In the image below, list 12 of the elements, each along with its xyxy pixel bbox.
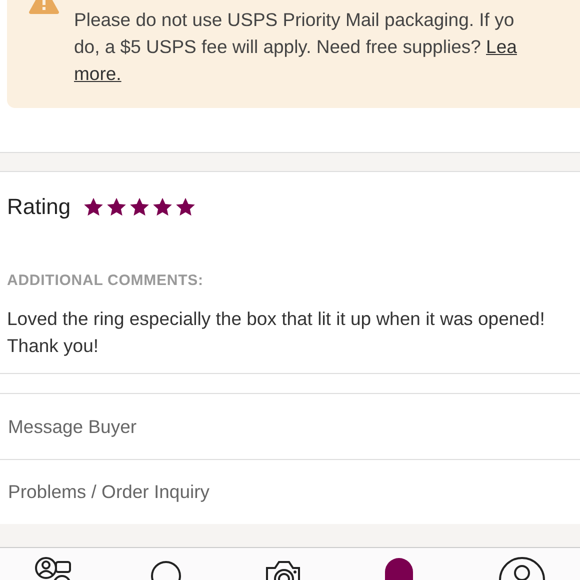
star-icon [82,196,104,216]
star-icon [128,196,150,216]
star-icon [174,196,196,216]
star-icon [106,196,127,216]
rating-label: Rating [7,193,71,221]
star-icon [152,196,173,216]
learn-more-link[interactable]: more. [74,63,122,84]
notice-text: Please do not use USPS Priority Mail packaging. If yo [74,9,514,30]
comments-heading: ADDITIONAL COMMENTS: [7,271,204,291]
comment-text: Loved the ring especially the box that lit it up when it was opened! Thank you! [7,306,546,358]
notice-text: do, a $5 USPS fee will apply. Need free supplies? [74,36,481,57]
learn-more-link[interactable]: Lea [486,36,517,57]
